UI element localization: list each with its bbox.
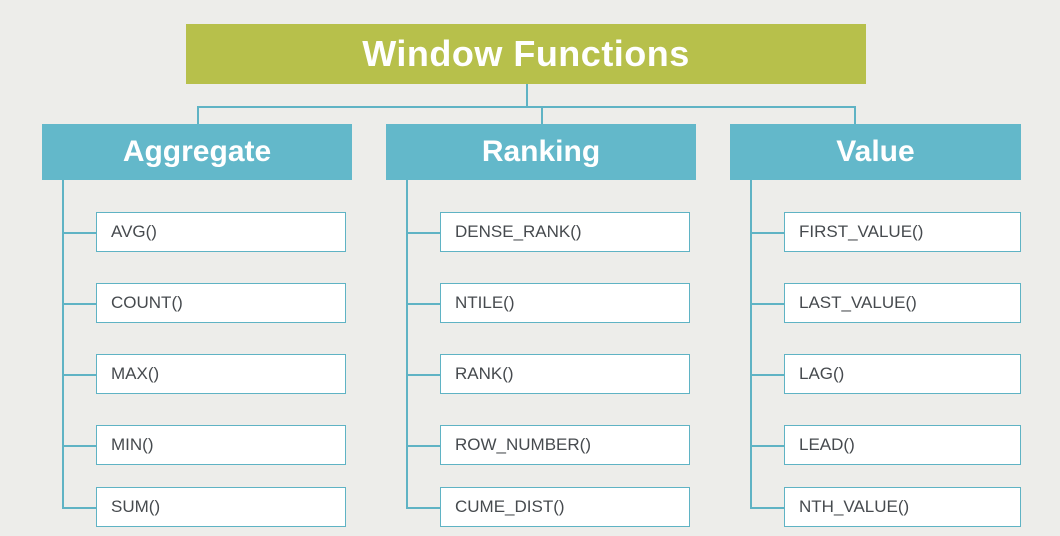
- branch-aggregate-2: [62, 374, 96, 376]
- branch-ranking-0: [406, 232, 440, 234]
- branch-aggregate-3: [62, 445, 96, 447]
- leaf-sum: SUM(): [96, 487, 346, 527]
- leaf-rank: RANK(): [440, 354, 690, 394]
- leaf-first-value: FIRST_VALUE(): [784, 212, 1021, 252]
- branch-ranking-2: [406, 374, 440, 376]
- category-aggregate: Aggregate: [42, 124, 352, 180]
- spine-value: [750, 180, 752, 507]
- leaf-lead: LEAD(): [784, 425, 1021, 465]
- connector-drop-ranking: [541, 106, 543, 124]
- spine-ranking: [406, 180, 408, 507]
- connector-horizontal: [197, 106, 856, 108]
- branch-ranking-4: [406, 507, 440, 509]
- leaf-row-number: ROW_NUMBER(): [440, 425, 690, 465]
- leaf-min: MIN(): [96, 425, 346, 465]
- leaf-avg: AVG(): [96, 212, 346, 252]
- connector-drop-value: [854, 106, 856, 124]
- branch-value-2: [750, 374, 784, 376]
- leaf-dense-rank: DENSE_RANK(): [440, 212, 690, 252]
- leaf-last-value: LAST_VALUE(): [784, 283, 1021, 323]
- category-value: Value: [730, 124, 1021, 180]
- branch-value-1: [750, 303, 784, 305]
- branch-value-4: [750, 507, 784, 509]
- leaf-cume-dist: CUME_DIST(): [440, 487, 690, 527]
- leaf-ntile: NTILE(): [440, 283, 690, 323]
- leaf-lag: LAG(): [784, 354, 1021, 394]
- branch-ranking-3: [406, 445, 440, 447]
- branch-aggregate-4: [62, 507, 96, 509]
- branch-value-3: [750, 445, 784, 447]
- spine-aggregate: [62, 180, 64, 507]
- leaf-max: MAX(): [96, 354, 346, 394]
- leaf-count: COUNT(): [96, 283, 346, 323]
- branch-ranking-1: [406, 303, 440, 305]
- root-title: Window Functions: [186, 24, 866, 84]
- branch-value-0: [750, 232, 784, 234]
- connector-drop-aggregate: [197, 106, 199, 124]
- branch-aggregate-1: [62, 303, 96, 305]
- branch-aggregate-0: [62, 232, 96, 234]
- connector-root-stem: [526, 84, 528, 106]
- category-ranking: Ranking: [386, 124, 696, 180]
- leaf-nth-value: NTH_VALUE(): [784, 487, 1021, 527]
